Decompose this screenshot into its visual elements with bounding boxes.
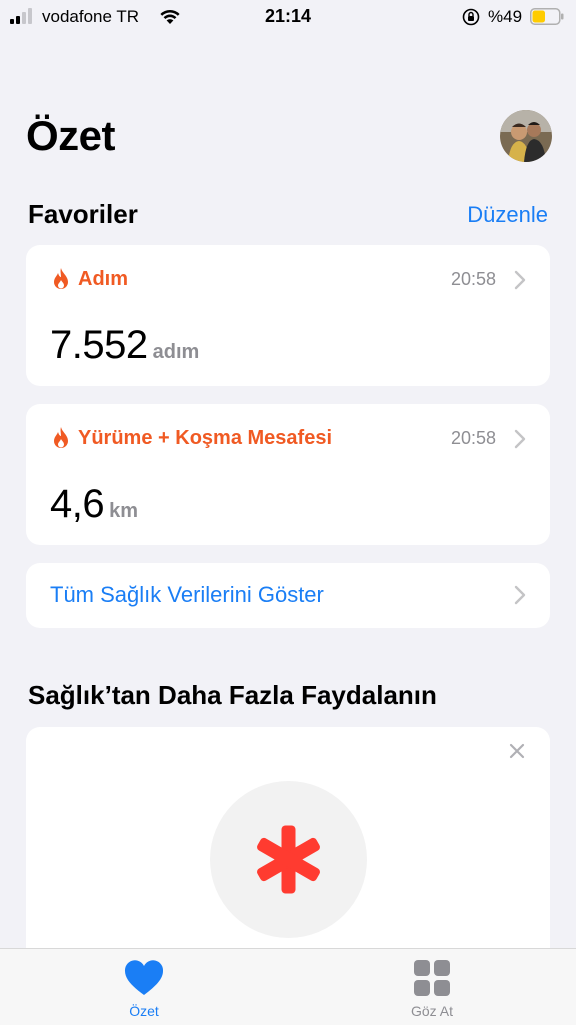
distance-card[interactable]: Yürüme + Koşma Mesafesi 20:58 4,6 km [26,404,550,545]
metric-header: Yürüme + Koşma Mesafesi [52,426,332,450]
metric-value: 7.552 adım [50,323,199,368]
metric-value: 4,6 km [50,482,138,527]
health-asterisk-icon [257,825,320,894]
metric-time: 20:58 [450,269,496,289]
heart-icon [124,960,164,995]
steps-card[interactable]: Adım 20:58 7.552 adım [26,245,550,386]
metric-value-unit: km [109,500,139,522]
health-icon-circle [210,781,367,938]
metric-name: Adım [78,267,128,290]
avatar-photo-icon [500,110,552,162]
get-more-card [26,727,550,967]
metric-value-number: 7.552 [50,323,148,367]
show-all-label: Tüm Sağlık Verilerini Göster [50,582,324,607]
more-section-title: Sağlık’tan Daha Fazla Faydalanın [28,680,437,710]
chevron-right-icon [514,270,526,290]
chevron-right-icon [514,585,526,605]
tab-bar: Özet Göz At [0,948,576,1025]
profile-avatar[interactable] [500,110,552,162]
show-all-health-data-button[interactable]: Tüm Sağlık Verilerini Göster [26,563,550,628]
battery-percent: %49 [488,7,523,26]
tab-label: Göz At [410,1003,454,1019]
flame-icon [54,427,68,448]
metric-value-unit: adım [152,341,200,363]
metric-name: Yürüme + Koşma Mesafesi [78,426,332,449]
flame-icon [54,268,68,289]
metric-time: 20:58 [450,428,496,448]
battery-icon [530,8,564,25]
metric-header: Adım [52,267,128,291]
page-title: Özet [26,112,116,159]
edit-favorites-button[interactable]: Düzenle [467,202,548,228]
rotation-lock-icon [462,8,480,26]
status-bar: vodafone TR 21:14 %49 [0,0,576,34]
chevron-right-icon [514,429,526,449]
grid-icon [414,960,450,996]
tab-label: Özet [129,1003,159,1019]
favorites-title: Favoriler [28,199,138,229]
tab-browse[interactable]: Göz At [362,949,502,1025]
close-icon[interactable] [508,742,526,760]
metric-value-number: 4,6 [50,482,105,526]
tab-summary[interactable]: Özet [74,949,214,1025]
